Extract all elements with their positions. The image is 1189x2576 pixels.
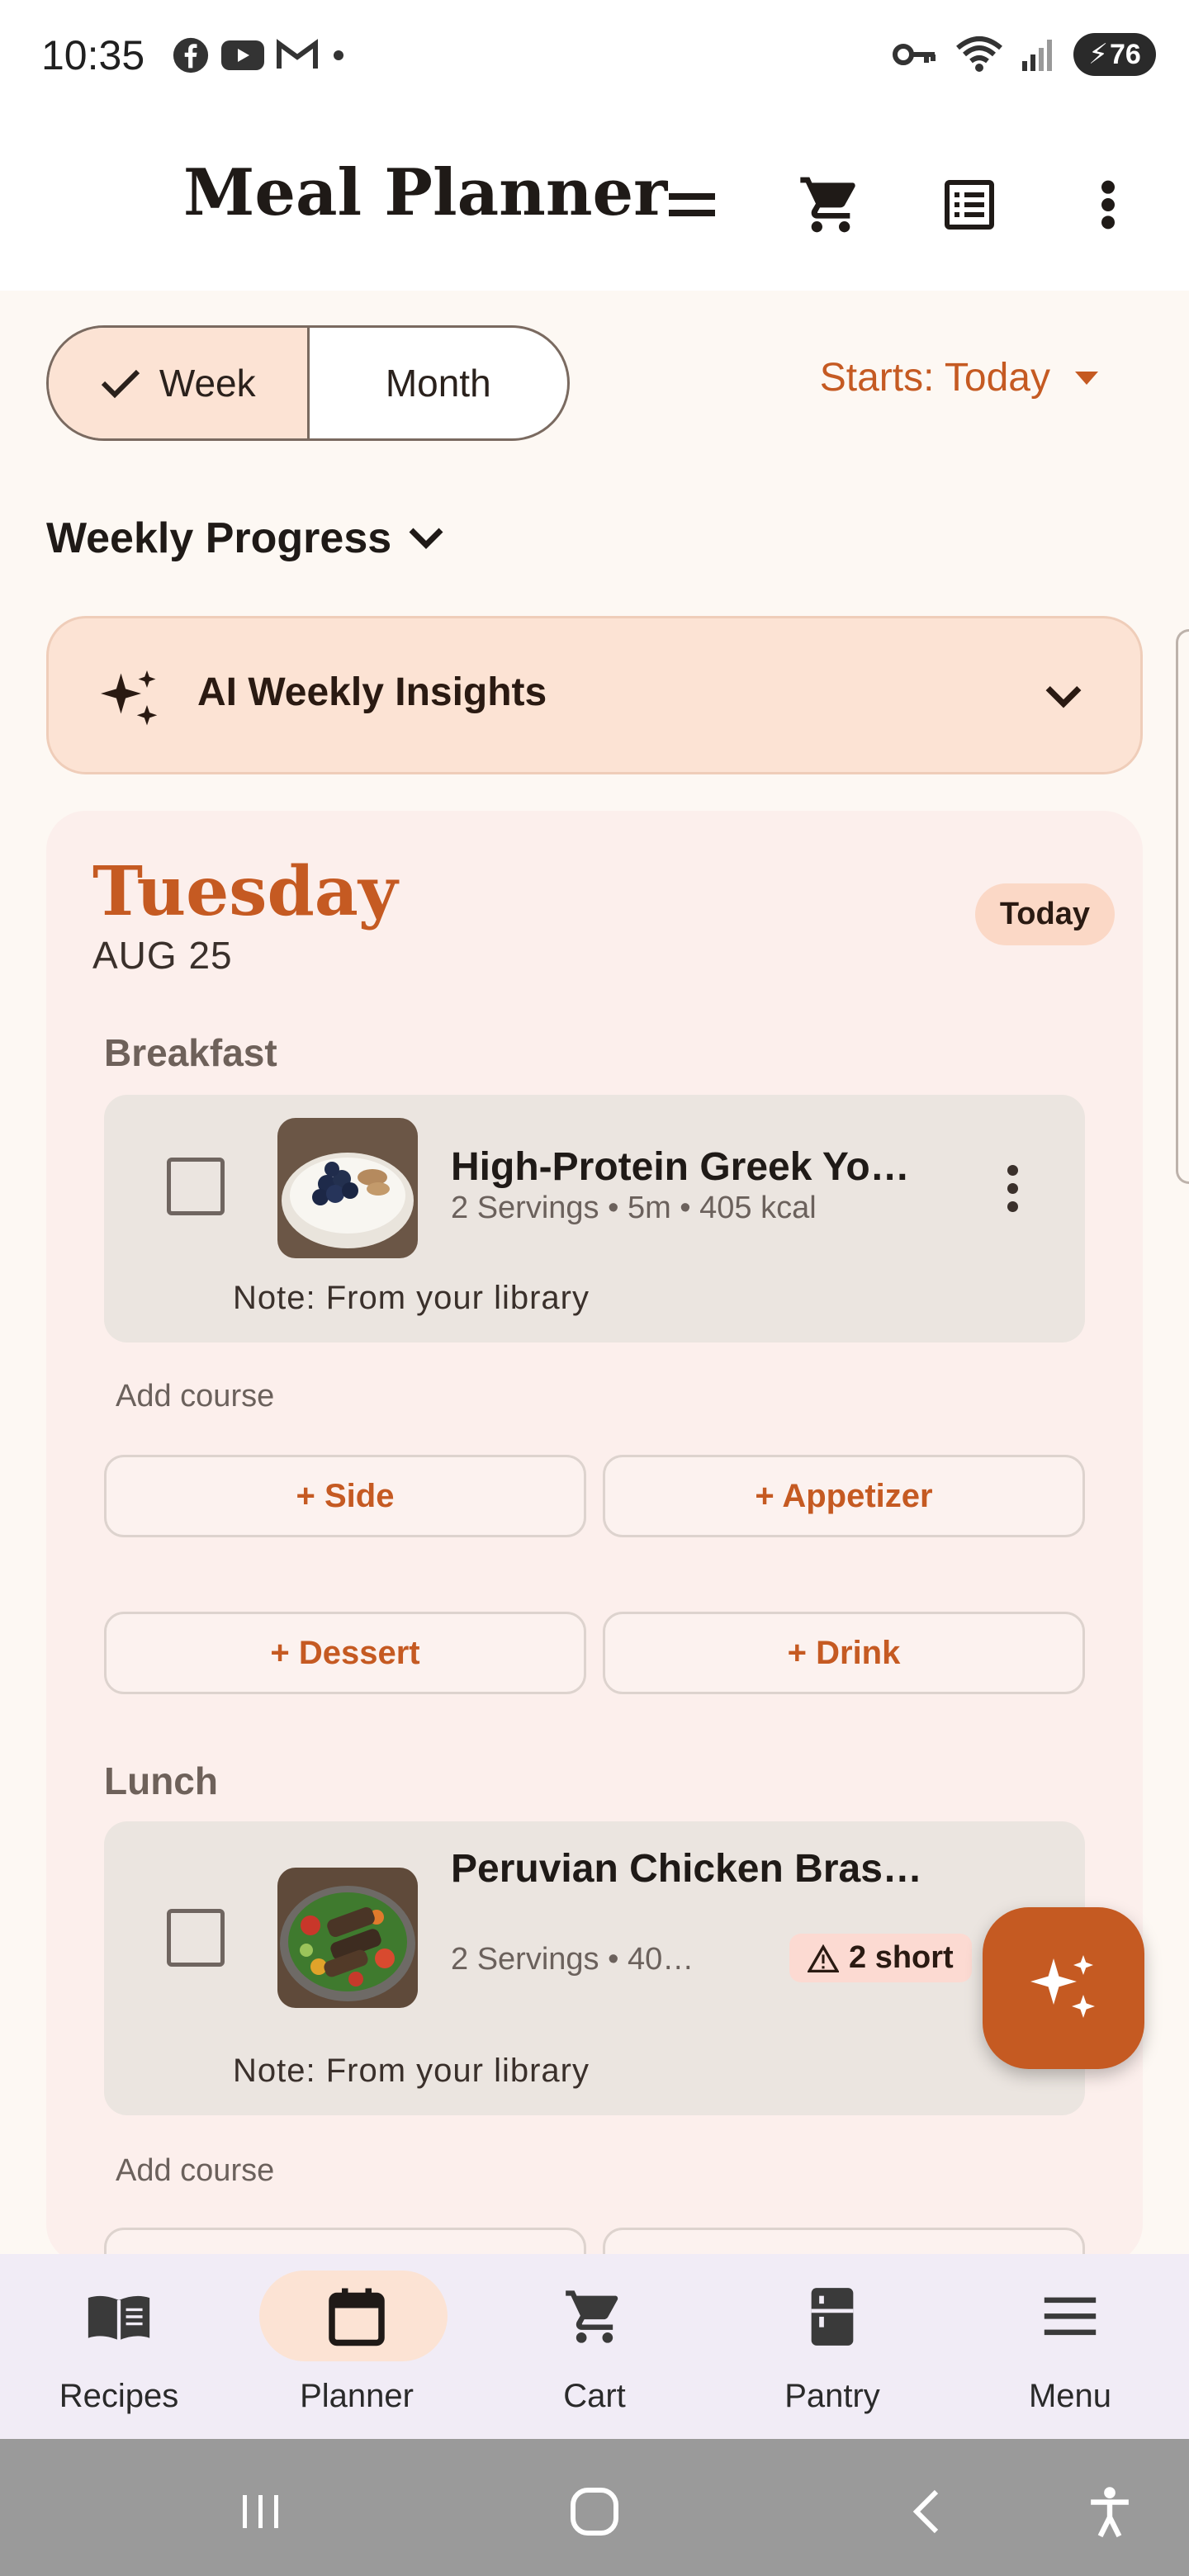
month-label: Month [385, 362, 491, 405]
insights-label: AI Weekly Insights [197, 670, 547, 714]
nav-label: Planner [300, 2378, 414, 2414]
vpn-key-icon [893, 44, 936, 65]
nav-label: Menu [1028, 2378, 1112, 2414]
facebook-icon [173, 37, 209, 73]
meal-card-breakfast[interactable]: High-Protein Greek Yo… 2 Servings • 5m •… [104, 1095, 1085, 1342]
youtube-icon [221, 40, 264, 70]
calendar-icon [324, 2284, 390, 2350]
notification-icons [172, 36, 347, 74]
battery-icon: ⚡ 76 [1073, 33, 1156, 76]
side-scroll-indicator [1176, 629, 1189, 1184]
home-icon [571, 2488, 618, 2536]
nav-planner[interactable]: Planner [238, 2254, 476, 2439]
status-bar: 10:35 ⚡ 76 [0, 0, 1189, 112]
nav-menu[interactable]: Menu [951, 2254, 1189, 2439]
ai-assistant-fab[interactable] [983, 1907, 1144, 2069]
weekly-progress-toggle[interactable]: Weekly Progress [46, 514, 444, 563]
back-icon [912, 2489, 939, 2534]
home-button[interactable] [561, 2479, 628, 2545]
recipe-title: Peruvian Chicken Bras… [451, 1847, 922, 1891]
today-badge: Today [974, 883, 1115, 945]
recipe-note: Note: From your library [233, 2053, 590, 2089]
bolt-icon: ⚡ [1088, 39, 1109, 70]
accessibility-icon [1091, 2487, 1129, 2538]
nav-cart[interactable]: Cart [476, 2254, 713, 2439]
more-vert-icon[interactable] [1068, 165, 1148, 244]
recipe-note: Note: From your library [233, 1280, 590, 1316]
dot-icon [334, 50, 343, 60]
bottom-nav: Recipes Planner Cart Pantry Menu [0, 2254, 1189, 2439]
month-toggle[interactable]: Month [310, 328, 568, 438]
nav-pantry[interactable]: Pantry [713, 2254, 951, 2439]
meal-label-lunch: Lunch [104, 1759, 218, 1802]
ai-insights-card[interactable]: AI Weekly Insights [46, 616, 1143, 774]
app-bar: Meal Planner [0, 112, 1189, 291]
view-toggle: Week Month [46, 325, 570, 441]
chevron-down-icon [409, 528, 443, 549]
add-course-label: Add course [116, 1379, 275, 1413]
meal-card-lunch[interactable]: Peruvian Chicken Bras… 2 Servings • 40… … [104, 1821, 1085, 2115]
short-label: 2 short [849, 1940, 954, 1975]
more-vert-icon[interactable] [988, 1151, 1037, 1225]
missing-ingredients-badge: 2 short [789, 1934, 972, 1982]
fridge-icon [799, 2284, 865, 2350]
warning-icon [808, 1944, 839, 1972]
system-nav-bar [0, 2439, 1189, 2576]
status-time: 10:35 [41, 32, 145, 78]
signal-icon [1022, 40, 1052, 71]
meal-checkbox[interactable] [167, 1909, 225, 1967]
day-name: Tuesday [92, 852, 398, 931]
add-dessert-button[interactable]: + Dessert [104, 1612, 586, 1694]
cart-icon[interactable] [791, 165, 870, 244]
day-card: Tuesday AUG 25 Today Breakfast High-Prot… [46, 811, 1143, 2310]
accessibility-button[interactable] [1077, 2479, 1143, 2545]
book-icon [86, 2284, 152, 2350]
recent-apps-button[interactable] [228, 2479, 294, 2545]
check-icon [101, 369, 140, 399]
weekly-progress-title: Weekly Progress [46, 514, 392, 562]
sparkle-icon [101, 670, 158, 726]
recents-icon [243, 2495, 278, 2528]
wifi-icon [956, 36, 1002, 72]
battery-level: 76 [1110, 38, 1141, 70]
starts-label: Starts: Today [819, 356, 1050, 400]
recipe-meta: 2 Servings • 40… [451, 1942, 694, 1977]
starts-dropdown[interactable]: Starts: Today [820, 355, 1098, 400]
add-appetizer-button[interactable]: + Appetizer [603, 1455, 1085, 1537]
add-course-label: Add course [116, 2153, 275, 2188]
meal-checkbox[interactable] [167, 1158, 225, 1215]
nav-label: Recipes [59, 2378, 179, 2414]
list-icon[interactable] [930, 165, 1009, 244]
recipe-meta: 2 Servings • 5m • 405 kcal [451, 1191, 817, 1225]
week-label: Week [159, 362, 256, 405]
nav-recipes[interactable]: Recipes [0, 2254, 238, 2439]
page-title: Meal Planner [183, 155, 668, 230]
recipe-title: High-Protein Greek Yo… [451, 1145, 910, 1189]
menu-lines-icon[interactable] [652, 165, 732, 244]
day-date: AUG 25 [92, 934, 233, 977]
gmail-icon [277, 39, 318, 69]
recipe-thumbnail [277, 1868, 418, 2008]
nav-label: Pantry [784, 2378, 880, 2414]
status-right: ⚡ 76 [892, 33, 1156, 76]
chevron-down-icon [1045, 685, 1082, 708]
sparkle-icon [1030, 1955, 1095, 2018]
back-button[interactable] [893, 2479, 959, 2545]
week-toggle[interactable]: Week [49, 328, 310, 438]
nav-label: Cart [563, 2378, 626, 2414]
meal-label-breakfast: Breakfast [104, 1031, 277, 1074]
recipe-thumbnail [277, 1118, 418, 1258]
cart-icon [561, 2284, 628, 2350]
add-side-button[interactable]: + Side [104, 1455, 586, 1537]
menu-icon [1037, 2284, 1103, 2350]
dropdown-arrow-icon [1075, 371, 1098, 385]
add-drink-button[interactable]: + Drink [603, 1612, 1085, 1694]
